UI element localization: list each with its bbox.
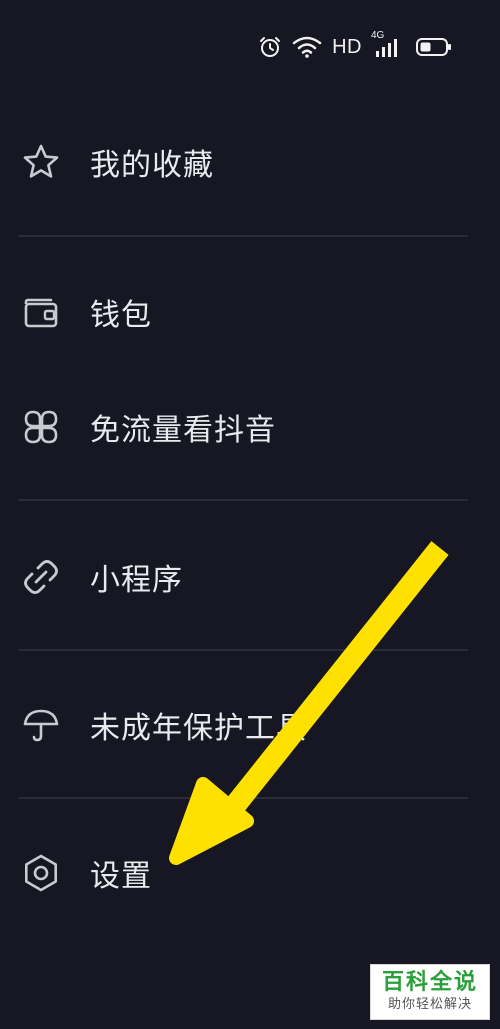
signal-type-label: 4G xyxy=(371,30,385,41)
star-icon xyxy=(20,141,62,183)
grid-flower-icon xyxy=(20,406,62,448)
menu-item-favorites[interactable]: 我的收藏 xyxy=(0,122,500,202)
watermark-subtitle: 助你轻松解决 xyxy=(387,997,472,1012)
divider xyxy=(18,235,468,237)
divider xyxy=(18,649,468,651)
status-bar: HD 4G xyxy=(258,30,452,62)
signal-icon: 4G xyxy=(371,30,406,59)
gear-icon xyxy=(20,852,62,894)
menu-item-label: 小程序 xyxy=(90,563,183,598)
menu-item-label: 未成年保护工具 xyxy=(90,711,307,746)
link-icon xyxy=(20,556,62,598)
battery-icon xyxy=(416,36,452,58)
watermark-logo: 百科全说 助你轻松解决 xyxy=(370,964,490,1020)
menu-item-label: 设置 xyxy=(90,859,152,894)
umbrella-icon xyxy=(20,704,62,746)
alarm-icon xyxy=(258,35,282,59)
menu-item-mini-programs[interactable]: 小程序 xyxy=(0,537,500,617)
divider xyxy=(18,499,468,501)
network-type-label: HD xyxy=(332,35,362,58)
watermark-title: 百科全说 xyxy=(381,970,478,995)
menu-item-wallet[interactable]: 钱包 xyxy=(0,272,500,352)
menu-item-label: 我的收藏 xyxy=(90,148,214,183)
wifi-icon xyxy=(292,35,322,59)
menu-item-label: 免流量看抖音 xyxy=(90,413,276,448)
wallet-icon xyxy=(20,291,62,333)
menu-item-settings[interactable]: 设置 xyxy=(0,833,500,913)
menu-item-free-data[interactable]: 免流量看抖音 xyxy=(0,387,500,467)
divider xyxy=(18,797,468,799)
menu-item-label: 钱包 xyxy=(90,298,152,333)
menu-item-minor-protection[interactable]: 未成年保护工具 xyxy=(0,685,500,765)
